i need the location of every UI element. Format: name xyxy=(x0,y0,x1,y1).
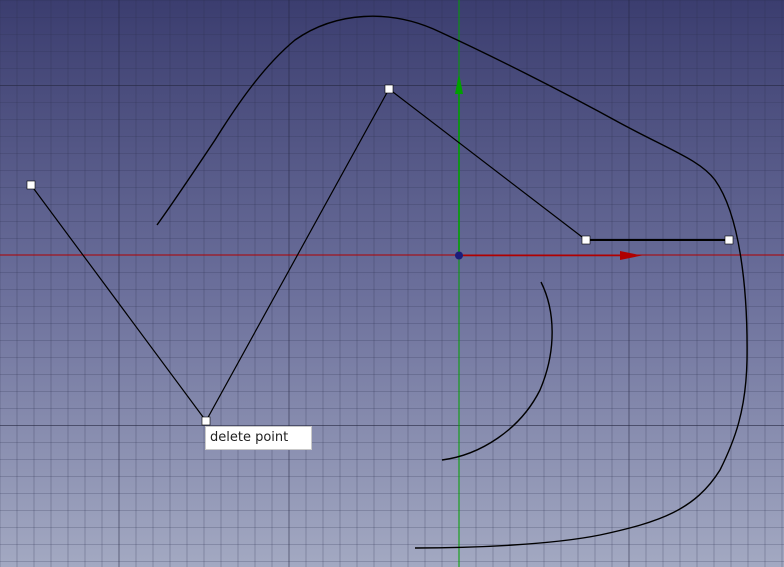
delete-point-tooltip: delete point xyxy=(205,426,312,450)
sketch-3d-viewport[interactable]: delete point xyxy=(0,0,784,567)
sketch-canvas[interactable] xyxy=(0,0,784,567)
origin-point-icon xyxy=(455,251,463,260)
control-point[interactable] xyxy=(581,235,591,245)
control-point[interactable] xyxy=(724,235,734,245)
control-point[interactable] xyxy=(26,180,36,190)
control-point[interactable] xyxy=(384,84,394,94)
control-point[interactable] xyxy=(201,416,211,426)
large-bspline-curve[interactable] xyxy=(156,15,748,549)
